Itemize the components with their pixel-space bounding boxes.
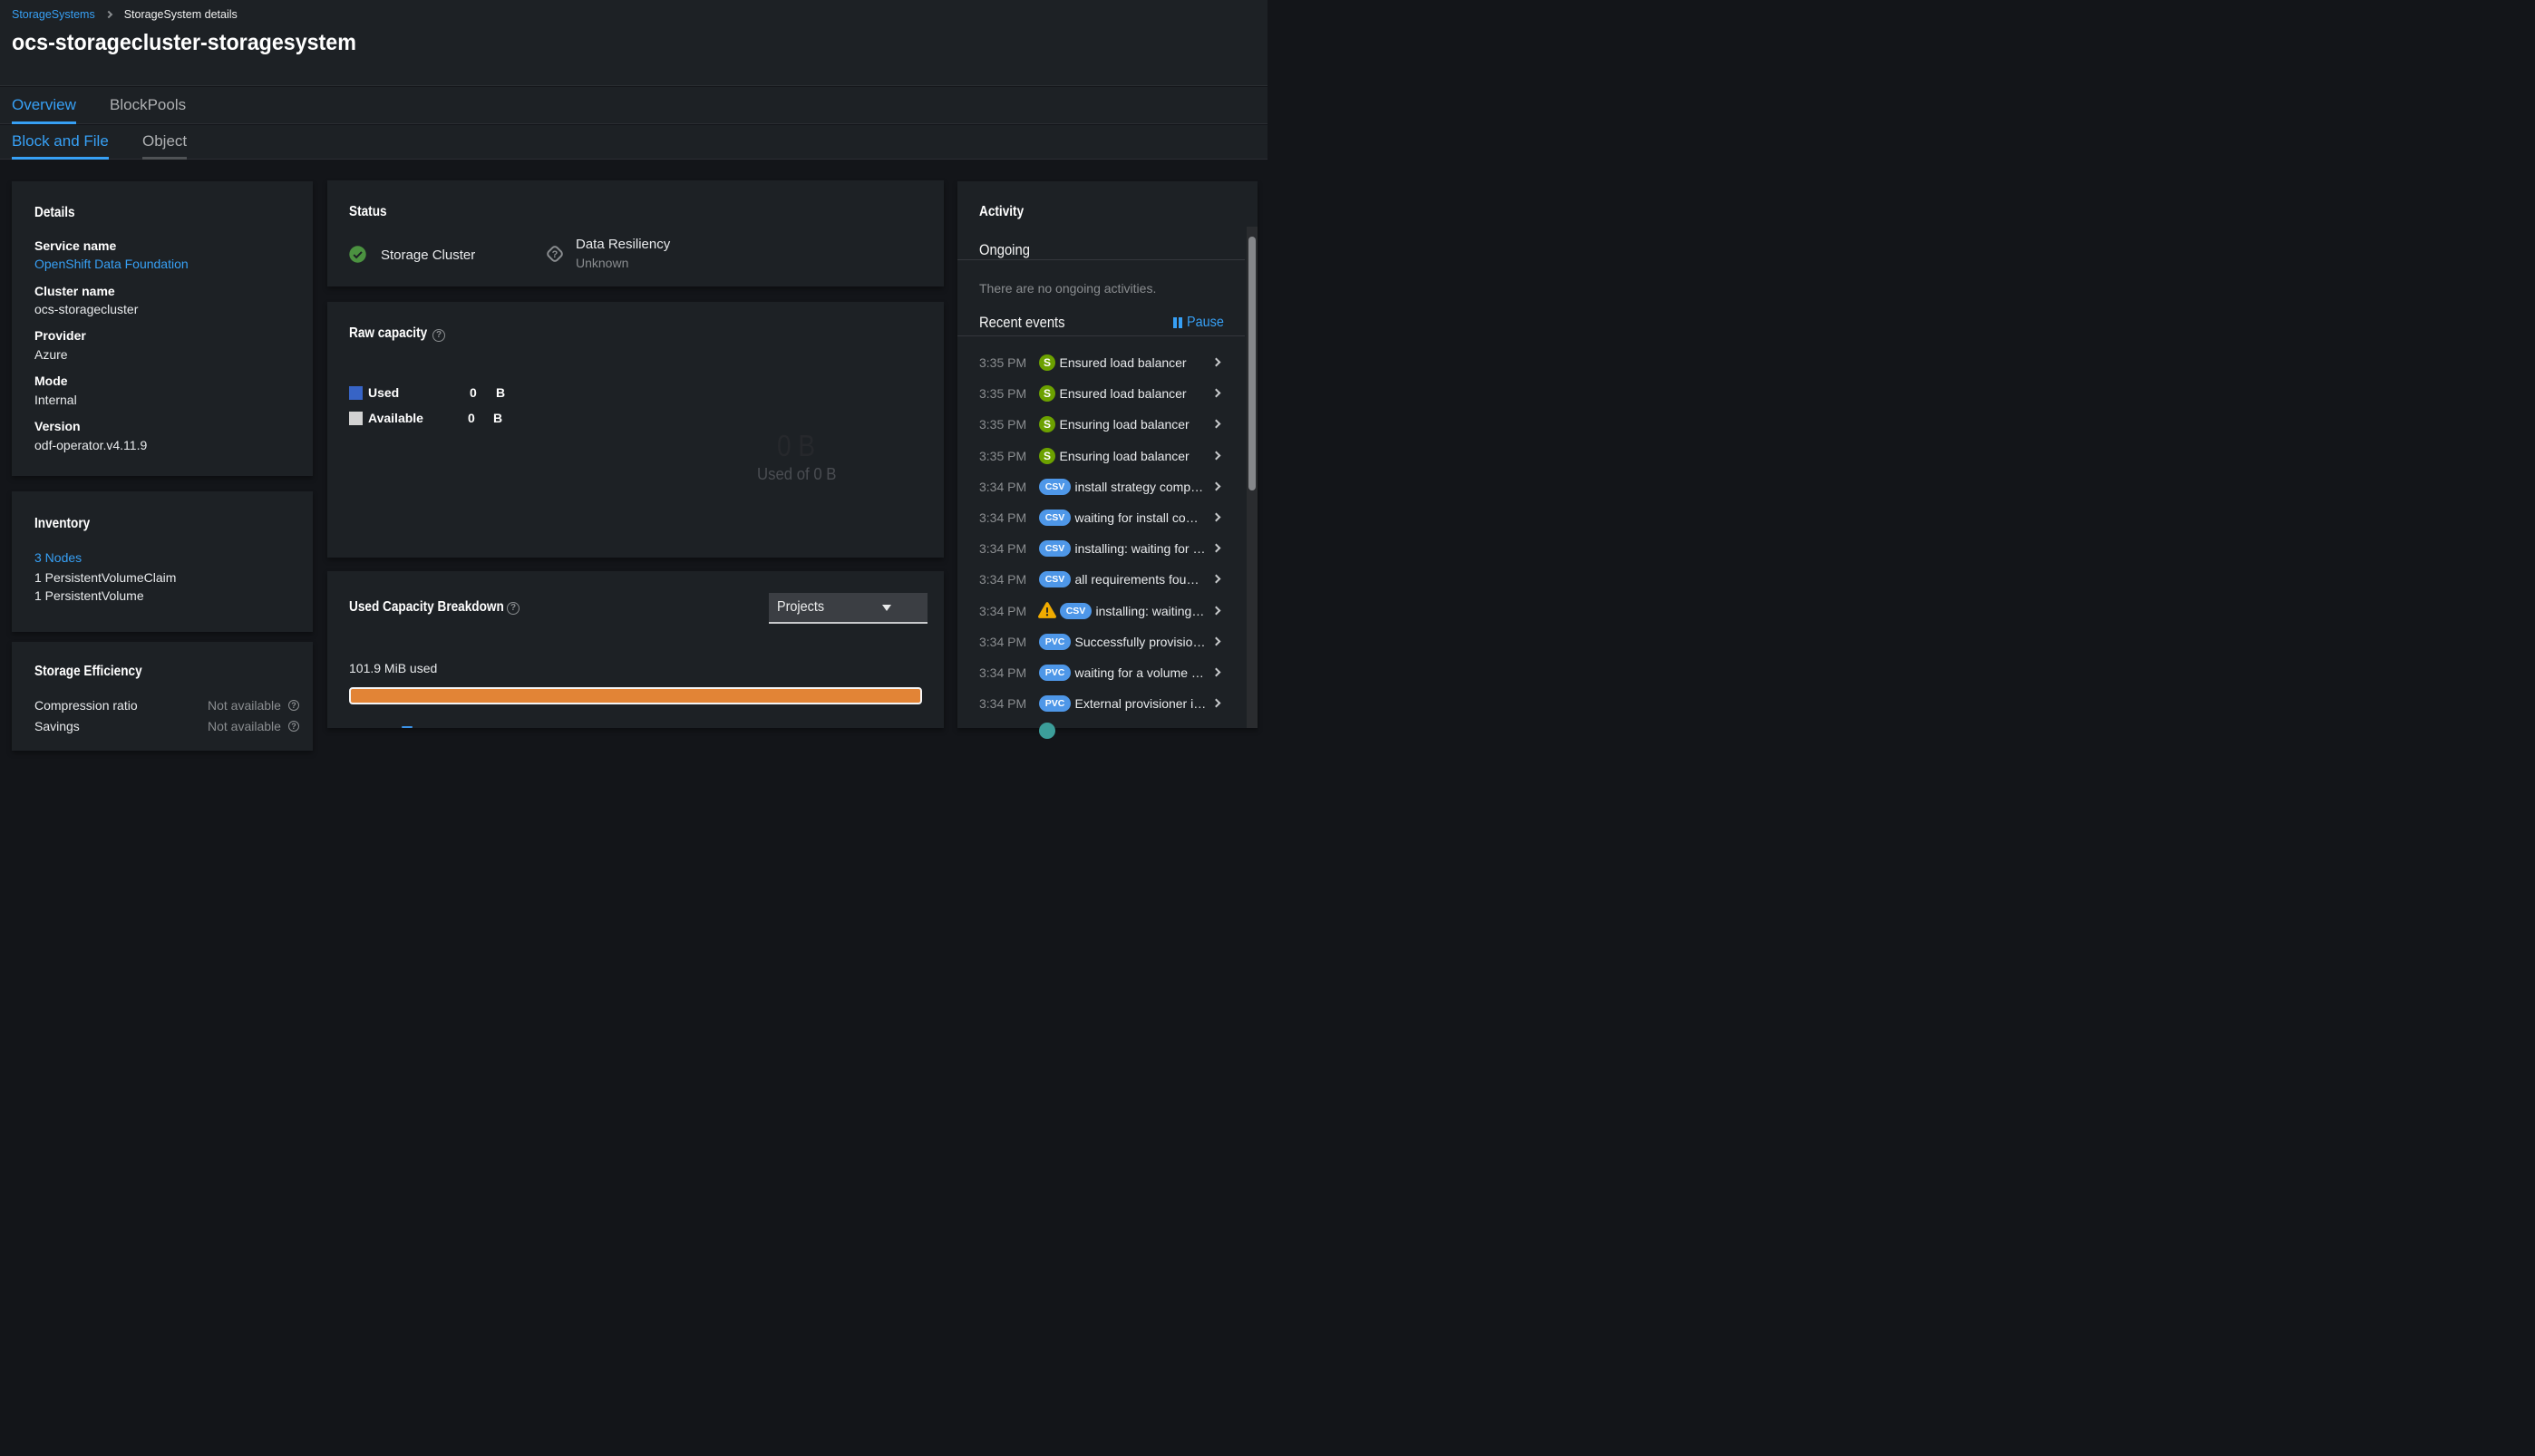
svg-text:?: ? (552, 249, 558, 260)
